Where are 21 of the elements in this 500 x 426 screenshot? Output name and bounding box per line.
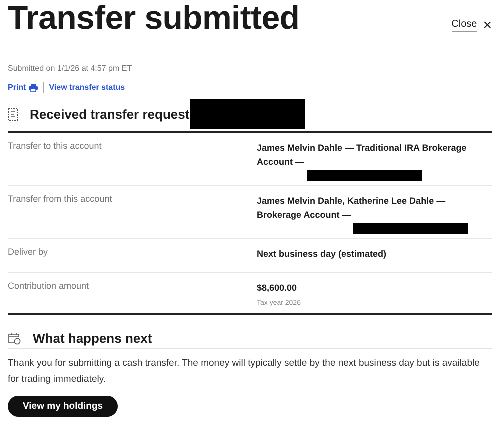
- detail-value: $8,600.00: [257, 283, 298, 293]
- detail-label: Deliver by: [8, 247, 50, 259]
- detail-value: James Melvin Dahle — Traditional IRA Brokerage Account —: [257, 143, 467, 167]
- view-holdings-button[interactable]: View my holdings: [8, 396, 118, 417]
- section-heading: Received transfer request: [30, 106, 190, 122]
- page-title: Transfer submitted: [8, 0, 300, 36]
- detail-value: Next business day (estimated): [257, 249, 387, 259]
- calendar-icon: [8, 332, 21, 345]
- print-link[interactable]: Print: [8, 83, 38, 92]
- section-heading: What happens next: [33, 331, 152, 346]
- status-link[interactable]: View transfer status: [49, 83, 126, 92]
- detail-label: Transfer from this account: [8, 194, 114, 206]
- detail-label: Transfer to this account: [8, 141, 103, 153]
- detail-value: James Melvin Dahle, Katherine Lee Dahle — Brokerage Account —: [257, 196, 446, 220]
- info-paragraph: Thank you for submitting a cash transfer. The money will typically settle by the next business day but is available for trading immediately.: [8, 357, 481, 387]
- submitted-timestamp: Submitted on 1/1/26 at 4:57 pm ET: [8, 64, 134, 73]
- close-icon: ×: [483, 18, 492, 33]
- detail-label: Contribution amount: [8, 281, 90, 293]
- close-button[interactable]: Close ×: [452, 18, 492, 33]
- printer-icon: [29, 84, 38, 92]
- receipt-icon: [8, 108, 18, 120]
